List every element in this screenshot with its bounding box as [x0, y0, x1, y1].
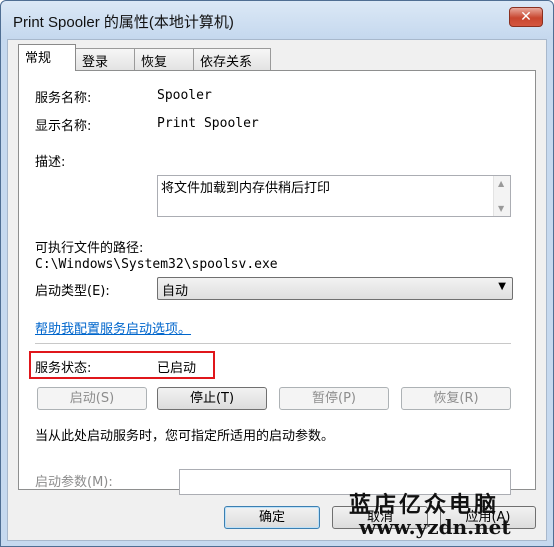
tab-dependencies[interactable]: 依存关系 [193, 48, 271, 70]
resume-button[interactable]: 恢复(R) [401, 387, 511, 410]
window-title: Print Spooler 的属性(本地计算机) [13, 14, 234, 31]
startup-type-value: 自动 [162, 284, 189, 299]
status-label: 服务状态: [35, 361, 92, 376]
description-box[interactable]: 将文件加载到内存供稍后打印 ▲ ▼ [157, 175, 511, 217]
scroll-up-icon[interactable]: ▲ [498, 179, 504, 188]
stop-button[interactable]: 停止(T) [157, 387, 267, 410]
tab-general[interactable]: 常规 [18, 44, 76, 71]
exe-path-label: 可执行文件的路径: [35, 241, 144, 256]
general-panel: 服务名称: Spooler 显示名称: Print Spooler 描述: 将文… [18, 70, 536, 495]
ok-button[interactable]: 确定 [224, 506, 320, 529]
status-value: 已启动 [157, 361, 197, 376]
start-button[interactable]: 启动(S) [37, 387, 147, 410]
close-button[interactable]: ✕ [509, 7, 543, 27]
help-link[interactable]: 帮助我配置服务启动选项。 [35, 318, 191, 337]
dropdown-arrow-icon: ▼ [498, 281, 506, 292]
service-name-value[interactable]: Spooler [157, 88, 212, 103]
description-text: 将文件加载到内存供稍后打印 [161, 181, 331, 196]
pause-button[interactable]: 暂停(P) [279, 387, 389, 410]
service-name-label: 服务名称: [35, 91, 92, 106]
title-bar[interactable]: Print Spooler 的属性(本地计算机) ✕ [1, 1, 553, 39]
exe-path-value[interactable]: C:\Windows\System32\spoolsv.exe [35, 257, 278, 272]
startup-type-label: 启动类型(E): [35, 284, 110, 299]
scroll-down-icon[interactable]: ▼ [498, 204, 504, 213]
startup-type-select[interactable]: 自动 ▼ [157, 277, 513, 300]
divider [35, 343, 511, 344]
description-label: 描述: [35, 155, 66, 170]
display-name-value[interactable]: Print Spooler [157, 116, 259, 131]
display-name-label: 显示名称: [35, 119, 92, 134]
description-scrollbar[interactable]: ▲ ▼ [493, 176, 510, 216]
tab-recovery[interactable]: 恢复 [134, 48, 194, 70]
tab-logon[interactable]: 登录 [75, 48, 135, 70]
start-params-label: 启动参数(M): [35, 475, 113, 490]
watermark-url: www.yzdn.net [359, 515, 511, 539]
properties-window: Print Spooler 的属性(本地计算机) ✕ 常规 登录 恢复 依存关系… [0, 0, 554, 547]
dialog-body: 常规 登录 恢复 依存关系 服务名称: Spooler 显示名称: Print … [7, 39, 547, 541]
hint-text: 当从此处启动服务时，您可指定所适用的启动参数。 [35, 429, 335, 444]
